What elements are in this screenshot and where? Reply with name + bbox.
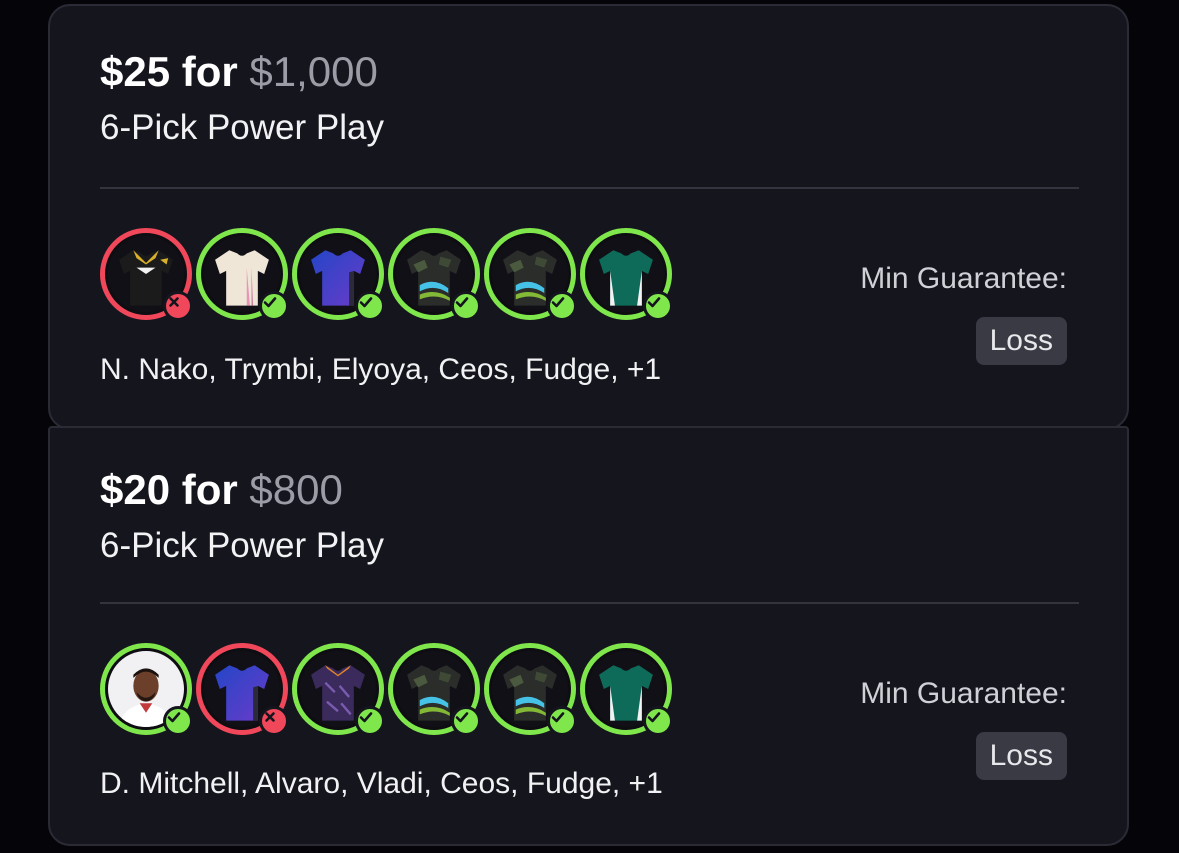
pick-avatar[interactable]: [292, 643, 385, 736]
pick-avatar[interactable]: [100, 643, 193, 736]
check-icon: [259, 291, 289, 321]
entry-fee: $25 for: [100, 48, 238, 95]
pick-names: D. Mitchell, Alvaro, Vladi, Ceos, Fudge,…: [100, 767, 663, 800]
pick-avatar[interactable]: [196, 228, 289, 321]
check-icon: [451, 291, 481, 321]
pick-avatar[interactable]: [484, 228, 577, 321]
x-icon: [259, 706, 289, 736]
check-icon: [451, 706, 481, 736]
min-guarantee-badge: Loss: [975, 732, 1067, 780]
pick-avatar[interactable]: [580, 643, 673, 736]
check-icon: [643, 291, 673, 321]
divider: [100, 187, 1079, 189]
pick-avatars: [100, 643, 700, 749]
pick-avatars: [100, 228, 700, 334]
check-icon: [547, 706, 577, 736]
pick-avatar[interactable]: [388, 643, 481, 736]
pick-avatar[interactable]: [388, 228, 481, 321]
entry-card[interactable]: $25 for $1,000 6-Pick Power Play N. Nako…: [48, 4, 1129, 430]
card-header: $25 for $1,000 6-Pick Power Play: [100, 46, 384, 150]
pick-avatar[interactable]: [196, 643, 289, 736]
check-icon: [547, 291, 577, 321]
entry-amount: $20 for $800: [100, 464, 384, 516]
play-type: 6-Pick Power Play: [100, 526, 384, 565]
pick-names: N. Nako, Trymbi, Elyoya, Ceos, Fudge, +1: [100, 353, 662, 386]
card-header: $20 for $800 6-Pick Power Play: [100, 464, 384, 568]
x-icon: [163, 291, 193, 321]
pick-avatar[interactable]: [292, 228, 385, 321]
check-icon: [163, 706, 193, 736]
check-icon: [355, 706, 385, 736]
min-guarantee-label: Min Guarantee:: [860, 262, 1067, 295]
entry-card[interactable]: $20 for $800 6-Pick Power Play D. Mitche…: [48, 426, 1129, 846]
payout-amount: $800: [249, 466, 343, 513]
play-type: 6-Pick Power Play: [100, 108, 384, 147]
entry-amount: $25 for $1,000: [100, 46, 384, 98]
pick-avatar[interactable]: [100, 228, 193, 321]
check-icon: [643, 706, 673, 736]
payout-amount: $1,000: [249, 48, 378, 95]
divider: [100, 602, 1079, 604]
min-guarantee-label: Min Guarantee:: [860, 677, 1067, 710]
min-guarantee-badge: Loss: [975, 317, 1067, 365]
pick-avatar[interactable]: [580, 228, 673, 321]
pick-avatar[interactable]: [484, 643, 577, 736]
entry-fee: $20 for: [100, 466, 238, 513]
check-icon: [355, 291, 385, 321]
